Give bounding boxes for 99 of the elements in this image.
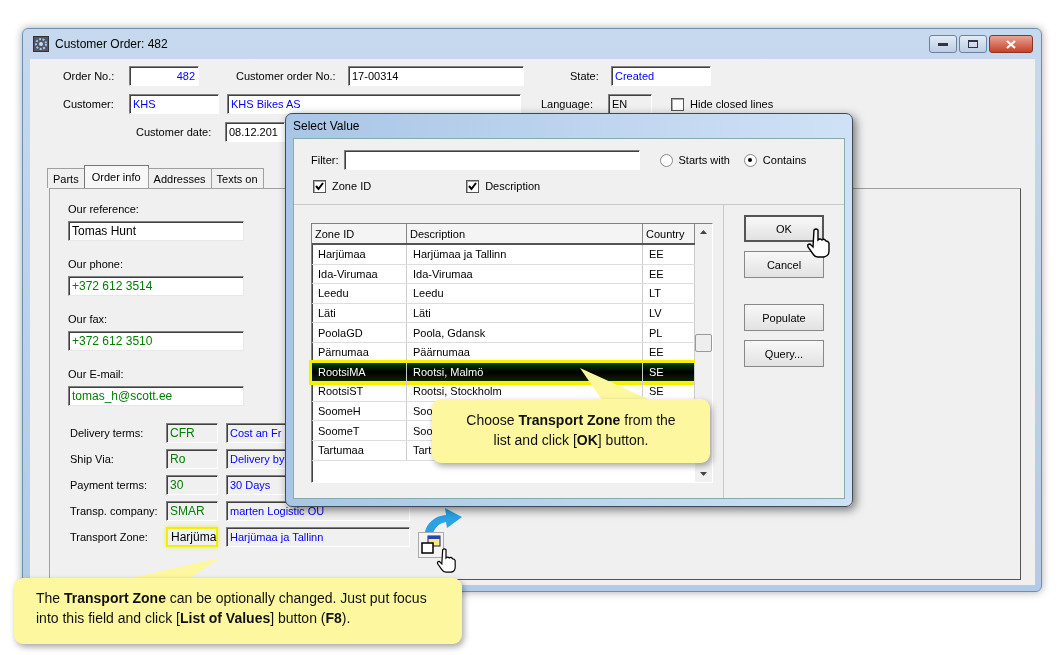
tab[interactable]: Order info — [83, 165, 149, 188]
field-label: Ship Via: — [70, 453, 115, 465]
table-row[interactable]: RootsiMA Rootsi, Malmö SE — [312, 362, 695, 383]
minimize-button[interactable] — [929, 35, 957, 53]
field-label: Transport Zone: — [70, 531, 149, 543]
table-cell: Poola, Gdansk — [407, 323, 643, 342]
field-label: Our fax: — [68, 313, 108, 325]
filter-field[interactable] — [343, 150, 640, 170]
table-cell: Läti — [407, 303, 643, 323]
checkbox[interactable] — [466, 179, 480, 193]
checkbox-label: Zone ID — [332, 180, 372, 192]
text-field[interactable]: +372 612 3514 — [68, 276, 244, 296]
scroll-down-icon — [700, 472, 707, 476]
close-button[interactable] — [989, 35, 1033, 53]
field-value: +372 612 3514 — [72, 279, 153, 293]
table-row[interactable]: Leedu Leedu LT — [312, 284, 695, 304]
field-label: Our reference: — [68, 203, 139, 215]
column-header[interactable]: Description — [407, 224, 643, 243]
dialog-title: Select Value — [293, 119, 360, 133]
field-value: 30 — [170, 478, 184, 492]
table-cell: Ida-Virumaa — [312, 264, 407, 284]
language-field[interactable]: EN — [608, 94, 652, 114]
field-label: Customer date: — [136, 126, 213, 138]
scroll-up-icon — [700, 230, 707, 234]
code-field[interactable]: CFR — [166, 423, 218, 443]
radio-button[interactable] — [659, 153, 673, 167]
checkbox[interactable] — [671, 97, 684, 111]
tab[interactable]: Parts — [47, 168, 85, 188]
field-label: State: — [570, 70, 600, 82]
field-label: Customer: — [63, 98, 115, 110]
gear-icon — [33, 36, 49, 52]
field-label: Our phone: — [68, 258, 124, 270]
radio-label: Starts with — [678, 154, 730, 166]
field-value: Ro — [170, 452, 186, 466]
scroll-thumb[interactable] — [695, 334, 712, 352]
table-cell: SoomeT — [312, 421, 407, 440]
hand-cursor-icon — [806, 228, 830, 258]
tab[interactable]: Texts on — [210, 168, 264, 188]
dialog-button[interactable]: Query... — [744, 340, 824, 367]
checkbox-label: Hide closed lines — [690, 98, 774, 110]
table-cell: Ida-Virumaa — [407, 264, 643, 284]
table-cell: RootsiST — [312, 382, 407, 401]
table-cell: PoolaGD — [312, 323, 407, 342]
table-cell: Harjümaa — [312, 245, 407, 264]
table-cell: RootsiMA — [312, 362, 407, 382]
field-value: tomas_h@scott.ee — [72, 389, 173, 403]
text-field[interactable]: tomas_h@scott.ee — [68, 386, 244, 406]
callout-pointer — [580, 368, 650, 400]
minimize-icon — [938, 42, 948, 46]
maximize-icon — [968, 40, 978, 48]
field-label: Customer order No.: — [236, 70, 337, 82]
table-cell: Leedu — [407, 284, 643, 303]
radio-label: Contains — [762, 154, 807, 166]
field-value: SMAR — [170, 504, 205, 518]
field-label: Filter: — [311, 154, 339, 166]
table-cell: SoomeH — [312, 401, 407, 421]
table-row[interactable]: Läti Läti LV — [312, 303, 695, 324]
table-row[interactable]: PoolaGD Poola, Gdansk PL — [312, 323, 695, 343]
field-value: CFR — [170, 426, 195, 440]
field-label: Delivery terms: — [70, 427, 145, 439]
tab[interactable]: Addresses — [147, 168, 212, 188]
hand-cursor-icon — [436, 548, 456, 573]
maximize-button[interactable] — [959, 35, 987, 53]
table-row[interactable]: Harjümaa Harjümaa ja Tallinn EE — [312, 245, 695, 265]
code-field[interactable]: 30 — [166, 475, 218, 495]
column-header[interactable]: Zone ID — [312, 224, 407, 243]
table-cell: Harjümaa ja Tallinn — [407, 245, 643, 264]
customer-code-field[interactable]: KHS — [129, 94, 219, 114]
field-label: Payment terms: — [70, 479, 149, 491]
customer-order-field[interactable]: 17-00314 — [348, 66, 524, 86]
dialog-button[interactable]: OK — [744, 215, 824, 242]
code-field[interactable]: SMAR — [166, 501, 218, 521]
customer-date-field[interactable]: 08.12.201 — [225, 122, 285, 142]
checkbox[interactable] — [313, 179, 326, 193]
list-of-values-icon — [418, 532, 444, 558]
field-label: Transp. company: — [70, 505, 159, 517]
column-header[interactable]: Country — [643, 224, 695, 243]
close-icon — [1006, 39, 1016, 49]
window-title: Customer Order: 482 — [55, 37, 168, 51]
field-label: Order No.: — [63, 70, 116, 82]
radio-button[interactable] — [743, 153, 757, 167]
dialog-button[interactable]: Populate — [744, 304, 824, 331]
code-field[interactable]: Ro — [166, 449, 218, 469]
state-field[interactable]: Created — [611, 66, 711, 86]
description-field[interactable]: Harjümaa ja Tallinn — [226, 527, 410, 547]
customer-name-field[interactable]: KHS Bikes AS — [227, 94, 521, 114]
order-number-field[interactable]: 482 — [129, 66, 199, 86]
field-value: Tomas Hunt — [72, 224, 137, 238]
field-label: Language: — [541, 98, 594, 110]
text-field[interactable]: +372 612 3510 — [68, 331, 244, 351]
table-cell: Tartumaa — [312, 440, 407, 460]
dialog-button[interactable]: Cancel — [744, 251, 824, 278]
table-row[interactable]: Ida-Virumaa Ida-Virumaa EE — [312, 264, 695, 285]
field-value: +372 612 3510 — [72, 334, 153, 348]
checkbox-label: Description — [485, 180, 541, 192]
table-cell: Läti — [312, 303, 407, 323]
text-field[interactable]: Tomas Hunt — [68, 221, 244, 241]
table-cell: Leedu — [312, 284, 407, 303]
field-label: Our E-mail: — [68, 368, 124, 380]
